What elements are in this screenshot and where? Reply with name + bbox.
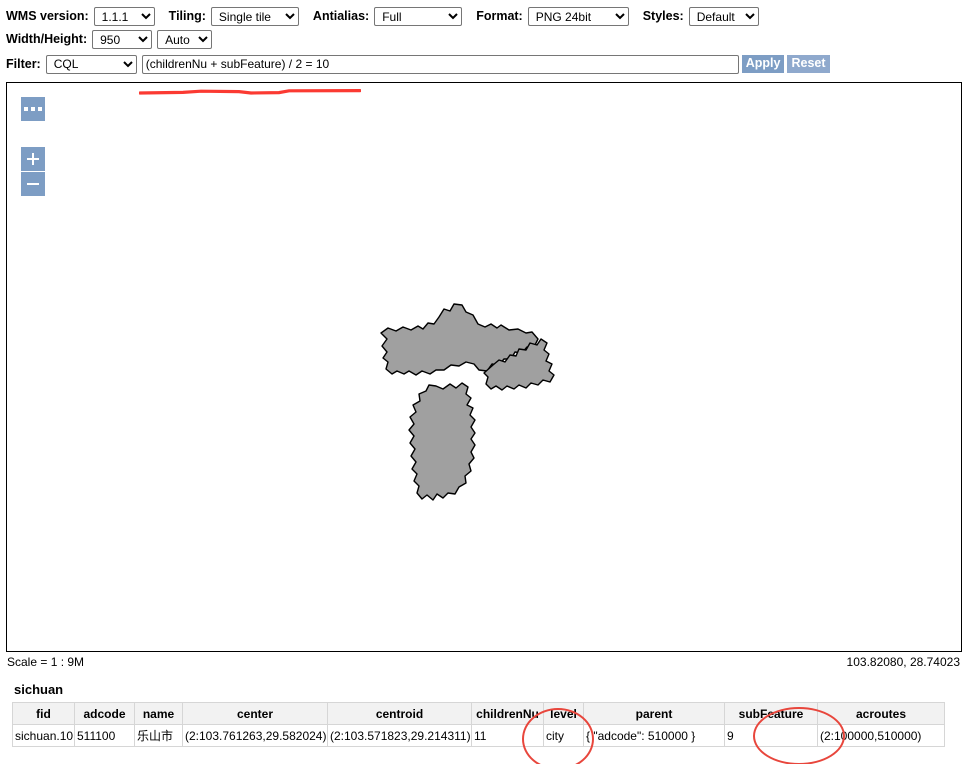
width-height-label: Width/Height: [6, 33, 87, 46]
column-header-adcode[interactable]: adcode [75, 703, 135, 725]
zoom-in-button[interactable] [21, 147, 45, 171]
dot [24, 107, 28, 111]
column-header-center[interactable]: center [183, 703, 328, 725]
minus-icon [27, 178, 39, 190]
wms-version-select[interactable]: 1.1.1 [94, 7, 155, 26]
layer-title: sichuan [14, 682, 968, 697]
column-header-centroid[interactable]: centroid [328, 703, 472, 725]
map-controls[interactable] [21, 97, 45, 196]
height-select[interactable]: Auto [157, 30, 212, 49]
wms-version-label: WMS version: [6, 10, 89, 23]
cell-subfeature: 9 [725, 725, 818, 747]
cell-name: 乐山市 [135, 725, 183, 747]
wms-options-toolbar: WMS version: 1.1.1 Tiling: Single tile A… [0, 0, 968, 77]
dot [31, 107, 35, 111]
styles-select[interactable]: Default [689, 7, 759, 26]
plus-icon [27, 153, 39, 165]
column-header-name[interactable]: name [135, 703, 183, 725]
format-select[interactable]: PNG 24bit [528, 7, 629, 26]
antialias-label: Antialias: [313, 10, 369, 23]
cell-adcode: 511100 [75, 725, 135, 747]
reset-button[interactable]: Reset [787, 55, 829, 73]
toolbar-row-3: Filter: CQL Apply Reset [6, 51, 962, 77]
styles-label: Styles: [643, 10, 684, 23]
minus-bar [27, 183, 39, 185]
map-status-bar: Scale = 1 : 9M 103.82080, 28.74023 [7, 654, 960, 670]
cell-center: (2:103.761263,29.582024) [183, 725, 328, 747]
cell-parent: { "adcode": 510000 } [584, 725, 725, 747]
feature-table-wrapper: fid adcode name center centroid children… [12, 702, 956, 747]
width-select[interactable]: 950 [92, 30, 152, 49]
column-header-childrennu[interactable]: childrenNu [472, 703, 544, 725]
dots-glyph [24, 107, 42, 111]
column-header-acroutes[interactable]: acroutes [818, 703, 945, 725]
table-header-row: fid adcode name center centroid children… [13, 703, 945, 725]
filter-type-select[interactable]: CQL [46, 55, 137, 74]
format-label: Format: [476, 10, 523, 23]
filter-input[interactable] [142, 55, 739, 74]
table-row[interactable]: sichuan.10 511100 乐山市 (2:103.761263,29.5… [13, 725, 945, 747]
map-geometry [7, 83, 962, 652]
apply-button[interactable]: Apply [742, 55, 785, 73]
column-header-subfeature[interactable]: subFeature [725, 703, 818, 725]
plus-bar-v [32, 153, 34, 165]
map-viewport[interactable] [6, 82, 962, 652]
coordinates-text: 103.82080, 28.74023 [847, 655, 960, 669]
dot [38, 107, 42, 111]
feature-info-table: fid adcode name center centroid children… [12, 702, 945, 747]
zoom-out-button[interactable] [21, 172, 45, 196]
three-dots-icon[interactable] [21, 97, 45, 121]
cell-childrennu: 11 [472, 725, 544, 747]
column-header-level[interactable]: level [544, 703, 584, 725]
filter-label: Filter: [6, 58, 41, 71]
toolbar-row-1: WMS version: 1.1.1 Tiling: Single tile A… [6, 5, 962, 28]
cell-acroutes: (2:100000,510000) [818, 725, 945, 747]
tiling-label: Tiling: [169, 10, 206, 23]
cell-level: city [544, 725, 584, 747]
tiling-select[interactable]: Single tile [211, 7, 299, 26]
column-header-fid[interactable]: fid [13, 703, 75, 725]
toolbar-row-2: Width/Height: 950 Auto [6, 28, 962, 51]
column-header-parent[interactable]: parent [584, 703, 725, 725]
scale-text: Scale = 1 : 9M [7, 655, 84, 669]
cell-centroid: (2:103.571823,29.214311) [328, 725, 472, 747]
cell-fid: sichuan.10 [13, 725, 75, 747]
antialias-select[interactable]: Full [374, 7, 462, 26]
